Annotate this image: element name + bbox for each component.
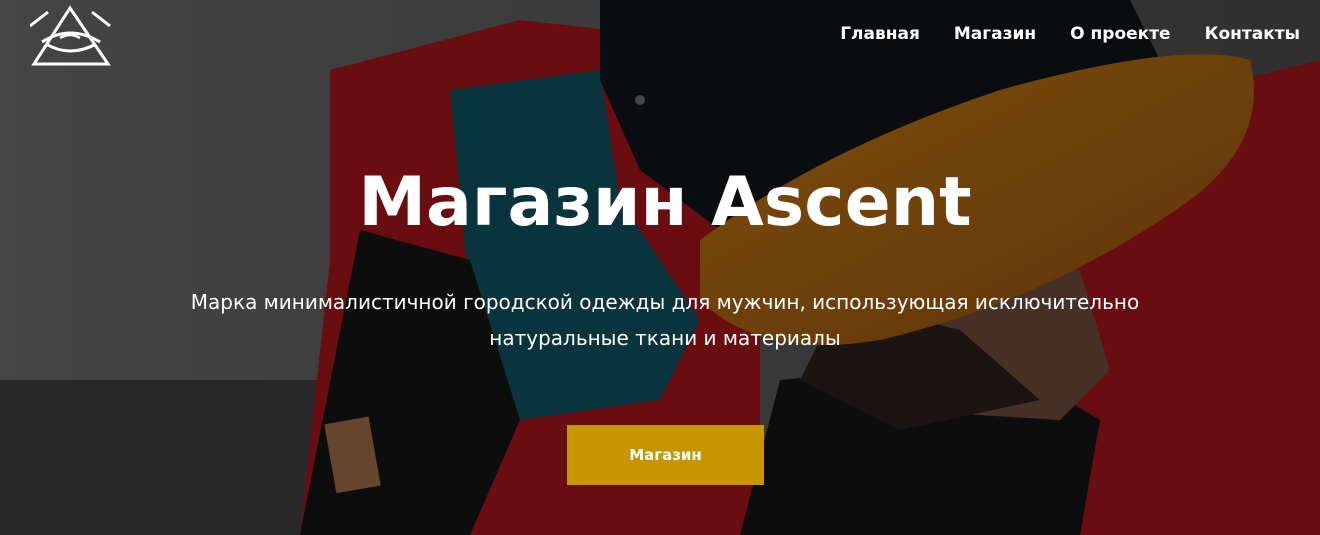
hero-title: Магазин Ascent (358, 163, 972, 242)
shop-button[interactable]: Магазин (567, 425, 764, 485)
hero-subtitle: Марка минималистичной городской одежды д… (190, 290, 1140, 350)
hero-section: Главная Магазин О проекте Контакты Магаз… (0, 0, 1320, 535)
nav-link-shop[interactable]: Магазин (954, 24, 1036, 44)
nav-link-home[interactable]: Главная (840, 24, 920, 44)
triangle-eye-logo-icon[interactable] (29, 4, 112, 68)
main-navigation: Главная Магазин О проекте Контакты (840, 24, 1300, 44)
nav-link-contacts[interactable]: Контакты (1205, 24, 1300, 44)
nav-link-about[interactable]: О проекте (1070, 24, 1170, 44)
